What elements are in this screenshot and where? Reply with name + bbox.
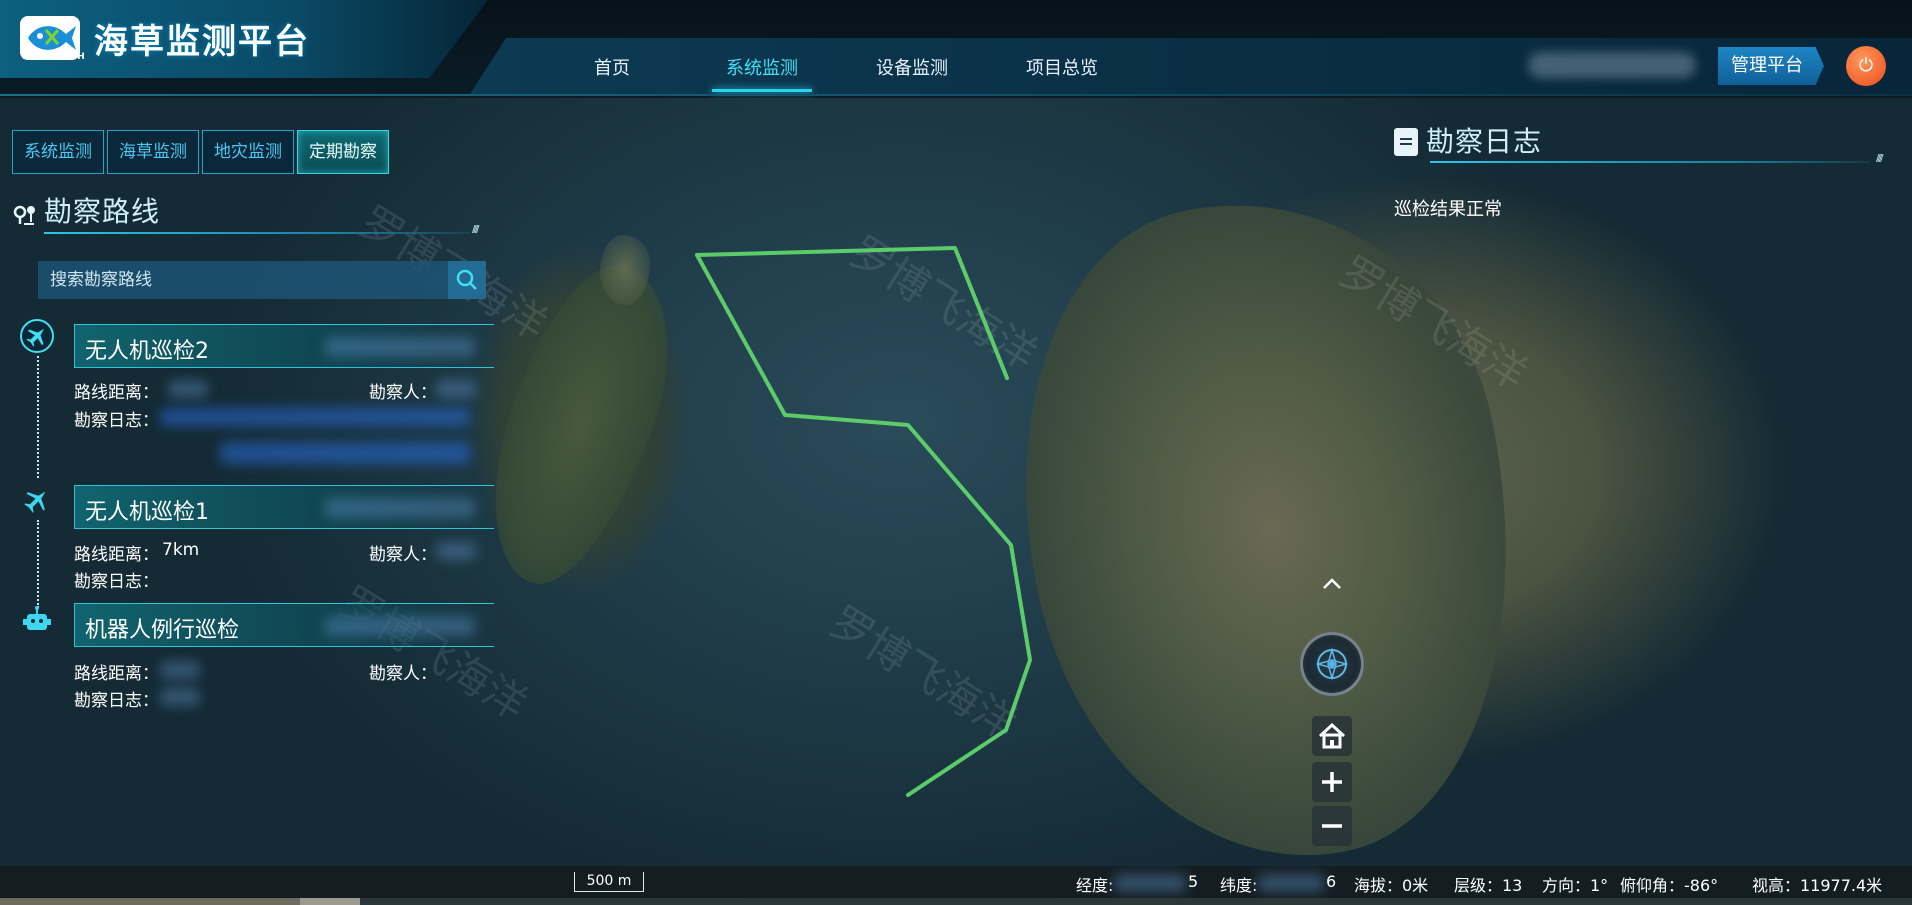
view-height-readout: 视高：11977.4米 bbox=[1752, 876, 1883, 895]
zoom-out-button[interactable] bbox=[1312, 806, 1352, 846]
timeline-connector bbox=[37, 356, 39, 478]
route-distance-label: 路线距离： bbox=[74, 545, 159, 565]
rule-decoration: //// bbox=[472, 224, 479, 235]
redacted-text bbox=[160, 661, 200, 679]
route-distance-label: 路线距离： bbox=[74, 664, 159, 684]
tab-periodic-survey[interactable]: 定期勘察 bbox=[297, 130, 389, 174]
home-view-button[interactable] bbox=[1312, 716, 1352, 756]
route-card-drone-2[interactable]: 无人机巡检2 bbox=[74, 324, 494, 368]
nav-active-indicator bbox=[712, 89, 812, 92]
pitch-readout: 俯仰角：-86° bbox=[1620, 876, 1719, 895]
route-card-robot[interactable]: 机器人例行巡检 bbox=[74, 603, 494, 647]
scale-bar: 500 m bbox=[574, 872, 644, 892]
admin-platform-button[interactable]: 管理平台 bbox=[1718, 47, 1824, 85]
power-icon[interactable]: ⏻ bbox=[1846, 46, 1886, 86]
route-name: 无人机巡检1 bbox=[85, 500, 209, 525]
zoom-in-button[interactable] bbox=[1312, 762, 1352, 802]
compass-control[interactable] bbox=[1300, 632, 1364, 696]
tab-geohazard-monitoring[interactable]: 地灾监测 bbox=[202, 130, 294, 174]
redacted-text bbox=[160, 688, 200, 706]
plus-icon bbox=[1322, 772, 1342, 792]
nav-device-monitoring[interactable]: 设备监测 bbox=[862, 54, 962, 80]
title-rule bbox=[44, 232, 470, 234]
latitude-label: 纬度: bbox=[1220, 876, 1258, 895]
route-name: 无人机巡检2 bbox=[85, 339, 209, 364]
route-distance-label: 路线距离： bbox=[74, 383, 159, 403]
heading-readout: 方向：1° bbox=[1542, 876, 1609, 895]
redacted-text bbox=[436, 542, 476, 560]
collapse-controls-button[interactable] bbox=[1312, 564, 1352, 604]
route-search bbox=[38, 261, 486, 299]
nav-home[interactable]: 首页 bbox=[562, 54, 662, 80]
tab-system-monitoring[interactable]: 系统监测 bbox=[12, 130, 104, 174]
log-content: 巡检结果正常 bbox=[1394, 199, 1502, 220]
minus-icon bbox=[1322, 824, 1342, 828]
redacted-text bbox=[325, 498, 475, 518]
redacted-text bbox=[160, 408, 470, 426]
route-inspector-label: 勘察人： bbox=[369, 545, 437, 565]
route-log-label: 勘察日志： bbox=[74, 411, 159, 431]
redacted-text bbox=[220, 442, 470, 464]
redacted-text bbox=[1258, 874, 1324, 892]
redacted-text bbox=[168, 380, 208, 398]
compass-icon bbox=[1315, 647, 1349, 681]
bottom-strip bbox=[0, 898, 1912, 905]
route-card-drone-1[interactable]: 无人机巡检1 bbox=[74, 485, 494, 529]
route-distance-value: 7km bbox=[162, 540, 200, 560]
redacted-text bbox=[1114, 874, 1186, 892]
header-divider bbox=[0, 94, 1912, 96]
app-title: 海草监测平台 bbox=[94, 22, 310, 62]
logo-text: ROBOTFISH bbox=[22, 52, 86, 62]
title-rule bbox=[1430, 161, 1870, 163]
routes-title: 勘察路线 bbox=[44, 195, 161, 228]
search-icon bbox=[456, 269, 477, 290]
log-title: 勘察日志 bbox=[1426, 125, 1543, 158]
route-log-label: 勘察日志： bbox=[74, 691, 159, 711]
document-icon bbox=[1394, 128, 1418, 156]
rule-decoration: //// bbox=[1876, 153, 1883, 164]
level-readout: 层级：13 bbox=[1454, 876, 1523, 895]
redacted-user-info bbox=[1528, 52, 1696, 78]
altitude-readout: 海拔：0米 bbox=[1354, 876, 1429, 895]
route-inspector-label: 勘察人： bbox=[369, 664, 437, 684]
robot-icon bbox=[23, 606, 51, 630]
nav-system-monitoring[interactable]: 系统监测 bbox=[712, 54, 812, 80]
route-line[interactable] bbox=[695, 253, 1032, 797]
longitude-label: 经度: bbox=[1076, 876, 1114, 895]
tab-seagrass-monitoring[interactable]: 海草监测 bbox=[107, 130, 199, 174]
redacted-text bbox=[436, 380, 476, 398]
home-icon bbox=[1318, 722, 1346, 749]
search-button[interactable] bbox=[448, 261, 486, 299]
nav-project-overview[interactable]: 项目总览 bbox=[1012, 54, 1112, 80]
redacted-text bbox=[325, 616, 475, 636]
route-search-input[interactable] bbox=[38, 261, 448, 299]
route-pin-icon bbox=[13, 205, 35, 225]
route-inspector-label: 勘察人： bbox=[369, 383, 437, 403]
redacted-text bbox=[325, 337, 475, 357]
longitude-tail: 5 bbox=[1188, 872, 1199, 891]
chevron-up-icon bbox=[1323, 578, 1341, 589]
route-line[interactable] bbox=[695, 246, 1009, 380]
timeline-connector bbox=[37, 520, 39, 608]
airplane-icon bbox=[24, 491, 46, 513]
latitude-tail: 6 bbox=[1326, 872, 1337, 891]
airplane-circle-icon bbox=[20, 319, 54, 353]
route-log-label: 勘察日志： bbox=[74, 572, 159, 592]
route-name: 机器人例行巡检 bbox=[85, 618, 240, 643]
